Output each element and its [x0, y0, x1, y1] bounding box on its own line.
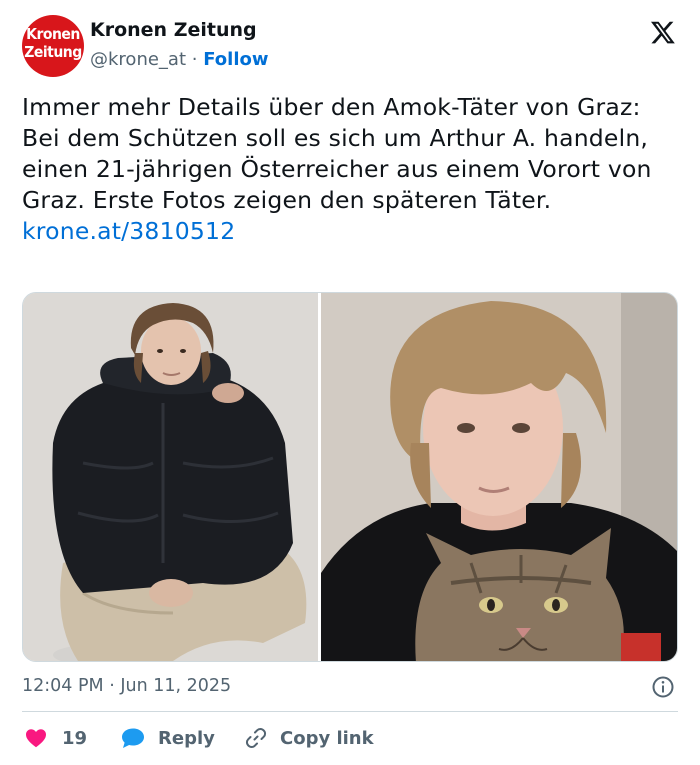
author-name[interactable]: Kronen Zeitung	[90, 19, 257, 41]
photo-left[interactable]	[23, 293, 318, 661]
link-icon	[245, 727, 267, 749]
tweet-text: Immer mehr Details über den Amok-Täter v…	[22, 93, 652, 214]
photo-right[interactable]	[321, 293, 677, 661]
x-logo-icon[interactable]	[650, 19, 676, 45]
author-handle[interactable]: @krone_at	[90, 49, 186, 70]
tweet-header: Kronen Zeitung Kronen Zeitung @krone_at …	[22, 15, 682, 79]
action-bar: 19 Reply Copy link	[22, 722, 678, 754]
photo-left-image	[23, 293, 318, 661]
tweet-body: Immer mehr Details über den Amok-Täter v…	[22, 92, 682, 247]
handle-separator: ·	[191, 49, 198, 70]
tweet-link[interactable]: krone.at/3810512	[22, 216, 682, 247]
author-handle-row: @krone_at · Follow	[90, 49, 269, 70]
reply-label: Reply	[158, 727, 215, 749]
reply-button[interactable]: Reply	[120, 722, 215, 754]
reply-bubble-icon	[122, 728, 144, 748]
media-grid[interactable]	[22, 292, 678, 662]
follow-button[interactable]: Follow	[203, 49, 268, 70]
copy-link-label: Copy link	[280, 727, 374, 749]
heart-icon	[26, 729, 46, 748]
avatar[interactable]: Kronen Zeitung	[22, 15, 84, 77]
like-count: 19	[62, 727, 88, 749]
copy-link-button[interactable]: Copy link	[244, 722, 374, 754]
divider	[22, 711, 678, 712]
avatar-logo-line1: Kronen	[26, 26, 80, 44]
timestamp[interactable]: 12:04 PM · Jun 11, 2025	[22, 676, 231, 696]
info-icon[interactable]	[651, 675, 675, 699]
like-button[interactable]: 19	[24, 722, 87, 754]
avatar-logo-line2: Zeitung	[24, 44, 82, 62]
photo-right-image	[321, 293, 677, 661]
